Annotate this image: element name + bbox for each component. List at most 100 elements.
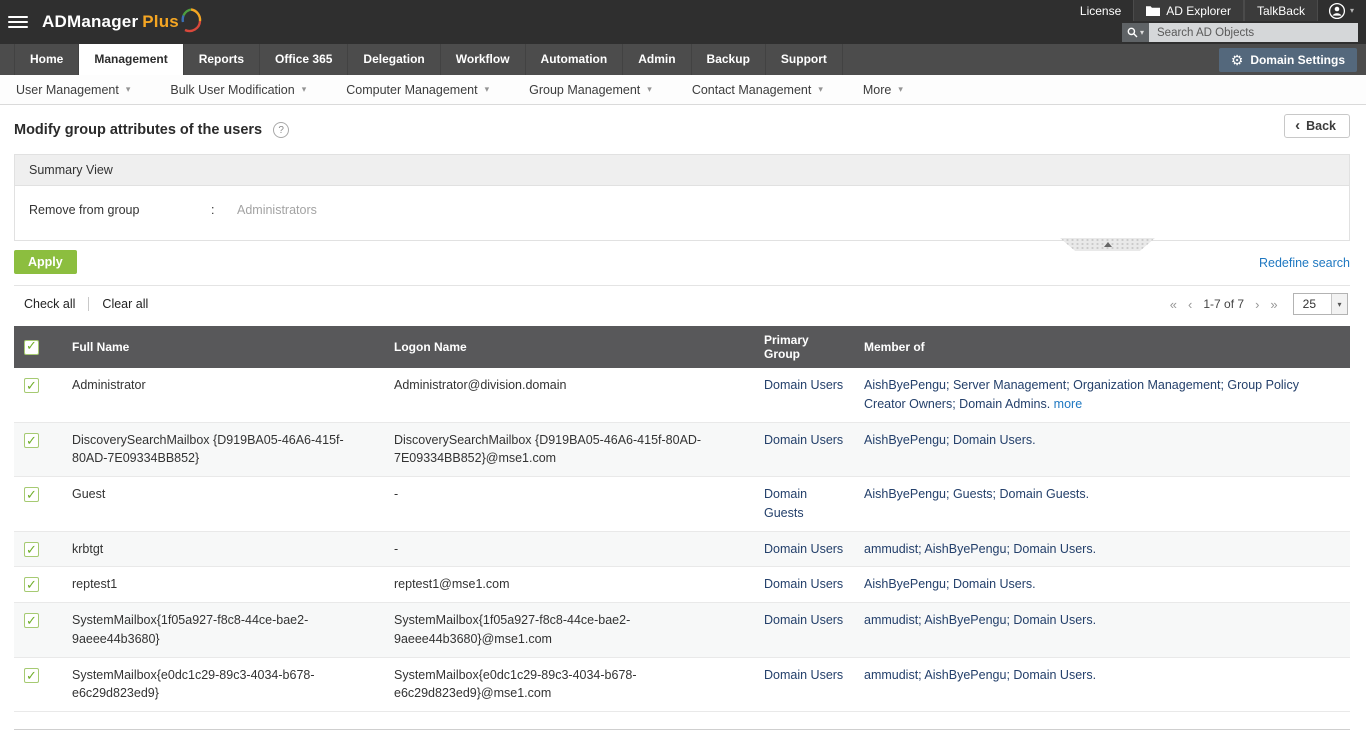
primary-group-cell: Domain Users [754, 657, 854, 712]
full-name-cell: SystemMailbox{1f05a927-f8c8-44ce-bae2-9a… [62, 602, 384, 658]
row-select-cell [14, 566, 62, 603]
table-row: SystemMailbox{1f05a927-f8c8-44ce-bae2-9a… [14, 602, 1350, 658]
subnav-item-contact-management[interactable]: Contact Management ▾ [692, 83, 823, 97]
page-size-value: 25 [1302, 297, 1316, 311]
select-all-header-cell [14, 326, 62, 368]
column-header-full-name[interactable]: Full Name [62, 326, 384, 368]
summary-value: Administrators [237, 203, 317, 217]
subnav-item-group-management[interactable]: Group Management ▾ [529, 83, 652, 97]
next-page-button[interactable]: › [1255, 298, 1259, 311]
help-icon[interactable]: ? [273, 122, 290, 138]
tab-support[interactable]: Support [766, 44, 843, 75]
check-all-link[interactable]: Check all [24, 297, 75, 311]
row-checkbox[interactable] [24, 540, 39, 559]
brand-name-secondary: Plus [142, 12, 179, 31]
ad-explorer-link[interactable]: AD Explorer [1133, 0, 1244, 21]
search-icon [1127, 27, 1138, 38]
brand-name-primary: ADManager [42, 12, 139, 31]
divider [88, 297, 90, 311]
first-page-button[interactable]: « [1170, 298, 1177, 311]
row-checkbox[interactable] [24, 611, 39, 631]
page-title: Modify group attributes of the users [14, 122, 263, 138]
main-nav: Home Management Reports Office 365 Delegatio… [0, 44, 1366, 75]
subnav-item-user-management[interactable]: User Management ▾ [16, 83, 130, 97]
chevron-up-icon [1103, 242, 1112, 247]
user-avatar-icon [1328, 2, 1346, 19]
selection-links: Check all Clear all [24, 297, 148, 311]
tab-office-365[interactable]: Office 365 [260, 44, 349, 75]
summary-panel-body: Remove from group : Administrators [15, 186, 1349, 240]
logon-name-cell: DiscoverySearchMailbox {D919BA05-46A6-41… [384, 422, 754, 477]
primary-group-cell: Domain Users [754, 531, 854, 568]
apply-button[interactable]: Apply [14, 250, 77, 274]
tab-automation[interactable]: Automation [526, 44, 624, 75]
select-all-checkbox[interactable] [24, 338, 39, 355]
last-page-button[interactable]: » [1270, 298, 1277, 311]
member-of-cell: ammudist; AishByePengu; Domain Users. [854, 657, 1350, 712]
users-table: Full Name Logon Name Primary Group Membe… [14, 326, 1350, 712]
row-select-cell [14, 368, 62, 423]
nav-tabs: Home Management Reports Office 365 Delegatio… [14, 44, 843, 75]
full-name-cell: SystemMailbox{e0dc1c29-89c3-4034-b678-e6… [62, 657, 384, 712]
menu-icon[interactable] [8, 16, 28, 28]
topbar-right: License AD Explorer TalkBack ▾ ▾ Search … [1068, 0, 1366, 44]
table-row: krbtgt-Domain Usersammudist; AishByePeng… [14, 531, 1350, 568]
tab-backup[interactable]: Backup [692, 44, 766, 75]
full-name-cell: Administrator [62, 368, 384, 423]
tab-workflow[interactable]: Workflow [441, 44, 526, 75]
search-scope-button[interactable]: ▾ [1122, 23, 1149, 42]
ad-search: ▾ [1122, 23, 1358, 42]
full-name-cell: Guest [62, 476, 384, 532]
row-checkbox[interactable] [24, 666, 39, 685]
column-header-primary-group[interactable]: Primary Group [754, 326, 854, 368]
domain-settings-button[interactable]: ⚙ Domain Settings [1218, 47, 1357, 72]
subnav-item-label: Bulk User Modification [170, 82, 295, 97]
gear-icon: ⚙ [1230, 51, 1244, 68]
row-checkbox[interactable] [24, 376, 39, 396]
summary-colon: : [211, 203, 215, 217]
license-link[interactable]: License [1068, 0, 1133, 21]
more-link[interactable]: more [1054, 397, 1082, 411]
member-of-cell: AishByePengu; Server Management; Organiz… [854, 368, 1350, 423]
prev-page-button[interactable]: ‹ [1188, 298, 1192, 311]
collapse-panel-handle[interactable] [1060, 238, 1155, 251]
talkback-link[interactable]: TalkBack [1243, 0, 1318, 21]
column-header-logon-name[interactable]: Logon Name [384, 326, 754, 368]
row-checkbox[interactable] [24, 485, 39, 505]
row-select-cell [14, 602, 62, 658]
member-of-cell: AishByePengu; Domain Users. [854, 566, 1350, 603]
tab-delegation[interactable]: Delegation [348, 44, 441, 75]
subnav-item-bulk-user-modification[interactable]: Bulk User Modification ▾ [170, 83, 306, 97]
page-size-select[interactable]: 25 ▾ [1292, 293, 1348, 315]
admanager-plus-window: ADManager Plus License AD Explorer TalkB… [0, 0, 1366, 730]
search-input[interactable] [1149, 23, 1358, 42]
user-menu[interactable]: ▾ [1318, 0, 1358, 21]
talkback-label: TalkBack [1256, 3, 1305, 18]
redefine-search-link[interactable]: Redefine search [1259, 256, 1350, 270]
subnav-item-more[interactable]: More ▾ [863, 83, 903, 97]
back-button[interactable]: ‹ Back [1284, 114, 1350, 138]
row-select-cell [14, 531, 62, 568]
tab-management[interactable]: Management [79, 44, 184, 75]
clear-all-link[interactable]: Clear all [102, 297, 148, 311]
chevron-left-icon: ‹ [1295, 117, 1301, 134]
row-checkbox[interactable] [24, 431, 39, 450]
primary-group-cell: Domain Users [754, 368, 854, 423]
tab-reports[interactable]: Reports [184, 44, 261, 75]
subnav-item-computer-management[interactable]: Computer Management ▾ [346, 83, 489, 97]
table-header-row: Full Name Logon Name Primary Group Membe… [14, 326, 1350, 368]
subnav-item-label: Group Management [529, 82, 641, 97]
table-row: SystemMailbox{e0dc1c29-89c3-4034-b678-e6… [14, 657, 1350, 712]
tab-home[interactable]: Home [14, 44, 80, 75]
folder-icon [1146, 6, 1161, 16]
table-row: Guest-Domain GuestsAishByePengu; Guests;… [14, 476, 1350, 532]
topbar: ADManager Plus License AD Explorer TalkB… [0, 0, 1366, 44]
tab-admin[interactable]: Admin [623, 44, 692, 75]
table-row: AdministratorAdministrator@division.doma… [14, 368, 1350, 423]
column-header-member-of[interactable]: Member of [854, 326, 1350, 368]
subnav-item-label: User Management [16, 82, 119, 97]
full-name-cell: reptest1 [62, 566, 384, 603]
row-checkbox[interactable] [24, 575, 39, 595]
apply-row: Apply Redefine search [14, 238, 1350, 275]
member-of-cell: AishByePengu; Domain Users. [854, 422, 1350, 477]
